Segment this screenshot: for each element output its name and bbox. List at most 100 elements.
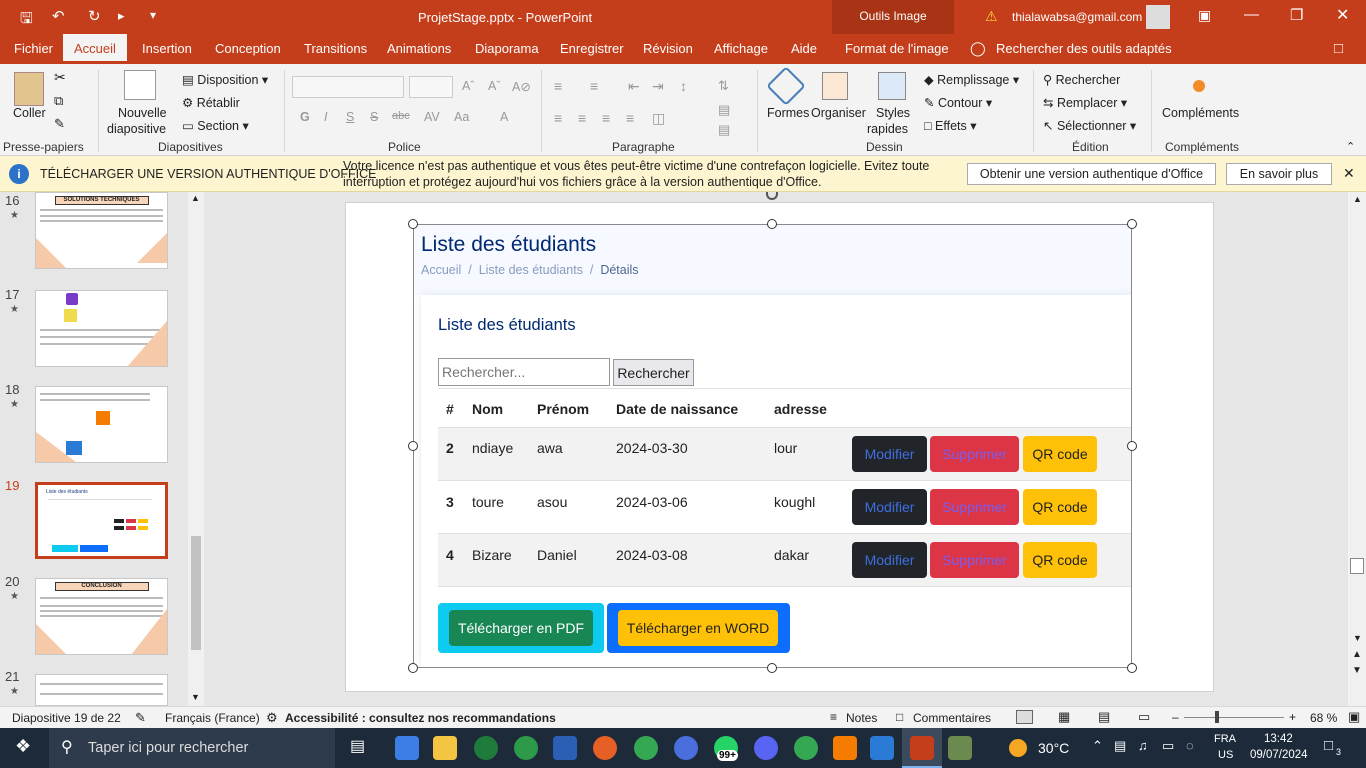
scroll-down-icon[interactable]: ▼ [191, 692, 200, 702]
new-slide-icon[interactable] [124, 70, 156, 100]
resize-handle[interactable] [408, 663, 418, 673]
resize-handle[interactable] [767, 663, 777, 673]
cut-icon[interactable]: ✂ [54, 69, 66, 86]
effets-button[interactable]: Effets [935, 119, 967, 133]
remplissage-button[interactable]: Remplissage [937, 73, 1009, 87]
undo-icon[interactable]: ↶ [52, 7, 65, 25]
comments-button[interactable]: Commentaires [913, 711, 991, 725]
justify-icon[interactable]: ≡ [626, 110, 634, 126]
bold-icon[interactable]: G [300, 110, 310, 124]
decrease-indent-icon[interactable]: ⇤ [628, 78, 640, 95]
coller-label[interactable]: Coller [13, 106, 46, 120]
zoom-out-icon[interactable]: – [1172, 710, 1179, 724]
increase-indent-icon[interactable]: ⇥ [652, 78, 664, 95]
learn-more-button[interactable]: En savoir plus [1226, 163, 1332, 185]
battery-icon[interactable]: ▭ [1162, 738, 1174, 754]
clock-time[interactable]: 13:42 [1264, 733, 1293, 745]
present-icon[interactable]: ▸ [118, 8, 125, 24]
slideshow-view-icon[interactable]: ▭ [1138, 709, 1150, 725]
tray-chevron-icon[interactable]: ⌃ [1092, 738, 1103, 754]
scroll-thumb[interactable] [191, 536, 201, 650]
avatar[interactable] [1146, 5, 1170, 29]
new-slide-label-2[interactable]: diapositive [107, 122, 166, 136]
close-message-icon[interactable]: ✕ [1343, 165, 1355, 182]
align-center-icon[interactable]: ≡ [578, 110, 586, 126]
scroll-thumb[interactable] [1350, 558, 1364, 574]
line-spacing-icon[interactable]: ↕ [680, 78, 687, 94]
file-explorer-icon[interactable] [433, 736, 457, 760]
breadcrumb-liste[interactable]: Liste des étudiants [479, 263, 583, 277]
align-right-icon[interactable]: ≡ [602, 110, 610, 126]
tab-conception[interactable]: Conception [213, 34, 283, 64]
tab-animations[interactable]: Animations [385, 34, 453, 64]
search-input[interactable] [438, 358, 610, 386]
qr-code-button[interactable]: QR code [1023, 489, 1097, 525]
bullets-icon[interactable]: ≡ [554, 78, 562, 94]
notification-icon[interactable]: □ [1324, 737, 1333, 754]
qr-code-button[interactable]: QR code [1023, 436, 1097, 472]
tab-revision[interactable]: Révision [641, 34, 695, 64]
selected-picture[interactable]: Liste des étudiants Accueil / Liste des … [413, 224, 1132, 668]
font-size-select[interactable] [409, 76, 453, 98]
download-pdf-button[interactable]: Télécharger en PDF [449, 610, 593, 646]
store-icon[interactable] [395, 736, 419, 760]
tell-me-search[interactable]: Rechercher des outils adaptés [994, 34, 1174, 64]
thumbs-scrollbar[interactable]: ▲ ▼ [188, 192, 204, 706]
text-direction-icon[interactable]: ⇅ [718, 78, 729, 94]
resize-handle[interactable] [408, 219, 418, 229]
thumb-slide-21[interactable] [35, 674, 168, 706]
zoom-slider-thumb[interactable] [1215, 711, 1219, 723]
resize-handle[interactable] [1127, 441, 1137, 451]
redo-icon[interactable]: ↻ [88, 7, 101, 25]
organiser-label[interactable]: Organiser [811, 106, 866, 120]
zoom-in-icon[interactable]: + [1289, 710, 1296, 724]
resize-handle[interactable] [1127, 663, 1137, 673]
network-icon[interactable]: ▤ [1114, 738, 1126, 754]
font-name-select[interactable] [292, 76, 404, 98]
edge-icon[interactable] [514, 736, 538, 760]
selectionner-button[interactable]: Sélectionner [1057, 119, 1127, 133]
app-2-icon[interactable] [948, 736, 972, 760]
prev-slide-icon[interactable]: ▲ [1352, 649, 1362, 660]
wifi-icon[interactable]: ◌ [1186, 738, 1194, 753]
slide-scrollbar[interactable]: ▲ ▼ ▲ ▼ [1349, 192, 1366, 706]
word-icon[interactable] [553, 736, 577, 760]
tab-fichier[interactable]: Fichier [12, 34, 55, 64]
modifier-button[interactable]: Modifier [852, 436, 927, 472]
paste-icon[interactable] [14, 72, 44, 106]
shrink-font-icon[interactable]: Aˇ [488, 79, 501, 93]
next-slide-icon[interactable]: ▼ [1352, 665, 1362, 676]
resize-handle[interactable] [767, 219, 777, 229]
resize-handle[interactable] [1127, 219, 1137, 229]
save-icon[interactable]: 🖫 [20, 8, 33, 33]
remplacer-button[interactable]: Remplacer [1057, 96, 1117, 110]
tab-insertion[interactable]: Insertion [140, 34, 194, 64]
modifier-button[interactable]: Modifier [852, 489, 927, 525]
notes-button[interactable]: Notes [846, 711, 877, 725]
numbering-icon[interactable]: ≡ [590, 78, 598, 94]
grow-font-icon[interactable]: Aˆ [462, 79, 475, 93]
restore-icon[interactable]: ❐ [1290, 6, 1303, 24]
thumb-slide-17[interactable] [35, 290, 168, 367]
scroll-up-icon[interactable]: ▲ [1353, 194, 1362, 204]
scroll-down-icon[interactable]: ▼ [1353, 633, 1362, 643]
contour-button[interactable]: Contour [938, 96, 982, 110]
reading-view-icon[interactable]: ▤ [1098, 709, 1110, 725]
powerpoint-task[interactable] [902, 728, 942, 768]
tab-format-image[interactable]: Format de l'image [843, 34, 951, 64]
get-genuine-button[interactable]: Obtenir une version authentique d'Office [967, 163, 1216, 185]
tab-enregistrer[interactable]: Enregistrer [558, 34, 626, 64]
modifier-button[interactable]: Modifier [852, 542, 927, 578]
char-spacing-icon[interactable]: AV [424, 110, 440, 124]
font-color-icon[interactable]: A [500, 110, 508, 124]
keyboard-lang-1[interactable]: FRA [1214, 733, 1236, 745]
firefox-icon[interactable] [593, 736, 617, 760]
zoom-slider[interactable] [1184, 717, 1284, 718]
align-text-icon[interactable]: ▤ [718, 102, 730, 118]
tab-transitions[interactable]: Transitions [302, 34, 369, 64]
case-icon[interactable]: Aa [454, 110, 469, 124]
task-view-icon[interactable]: ▤ [350, 736, 365, 756]
format-painter-icon[interactable]: ✎ [54, 116, 65, 132]
xampp-icon[interactable] [833, 736, 857, 760]
rechercher-ribbon-button[interactable]: Rechercher [1056, 73, 1121, 87]
